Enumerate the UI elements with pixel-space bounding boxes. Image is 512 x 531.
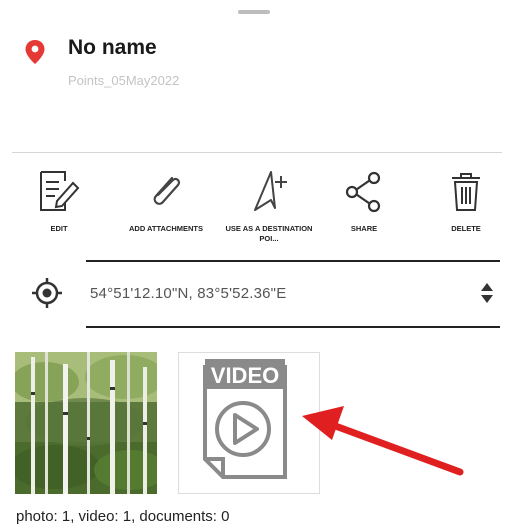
use-as-destination-button[interactable]: USE AS A DESTINATION POI...	[219, 168, 319, 244]
action-bar: EDIT ADD ATTACHMENTS USE AS A DESTINATIO…	[0, 168, 512, 248]
trash-icon	[452, 173, 480, 211]
edit-button[interactable]: EDIT	[9, 168, 109, 234]
attachments-summary: photo: 1, video: 1, documents: 0	[16, 508, 230, 525]
coordinates-row[interactable]: 54°51'12.10"N, 83°5'52.36"E	[0, 260, 512, 328]
location-pin-icon	[25, 40, 45, 64]
edit-icon	[40, 171, 80, 211]
video-badge: VIDEO	[211, 363, 279, 388]
coordinates-bottom-line	[86, 326, 500, 328]
sort-icon[interactable]	[480, 281, 494, 305]
coordinates-top-line	[86, 260, 500, 262]
photo-thumbnail[interactable]	[15, 352, 157, 494]
paperclip-icon	[153, 176, 181, 205]
point-title[interactable]: No name	[68, 36, 157, 60]
share-icon	[345, 171, 381, 213]
coordinates-value[interactable]: 54°51'12.10"N, 83°5'52.36"E	[90, 285, 286, 302]
use-as-destination-label: USE AS A DESTINATION POI...	[225, 224, 313, 243]
edit-label: EDIT	[50, 224, 68, 233]
point-subtitle: Points_05May2022	[68, 73, 180, 88]
delete-button[interactable]: DELETE	[416, 168, 512, 234]
navigation-add-icon	[254, 171, 287, 211]
add-attachments-label: ADD ATTACHMENTS	[128, 224, 204, 233]
add-attachments-button[interactable]: ADD ATTACHMENTS	[116, 168, 216, 234]
red-arrow-annotation	[302, 406, 464, 476]
delete-label: DELETE	[451, 224, 481, 233]
forest-photo	[15, 352, 157, 494]
drag-handle[interactable]	[238, 10, 270, 14]
share-button[interactable]: SHARE	[314, 168, 414, 234]
share-label: SHARE	[350, 224, 378, 233]
header-divider	[12, 152, 502, 153]
target-icon[interactable]	[31, 277, 63, 309]
